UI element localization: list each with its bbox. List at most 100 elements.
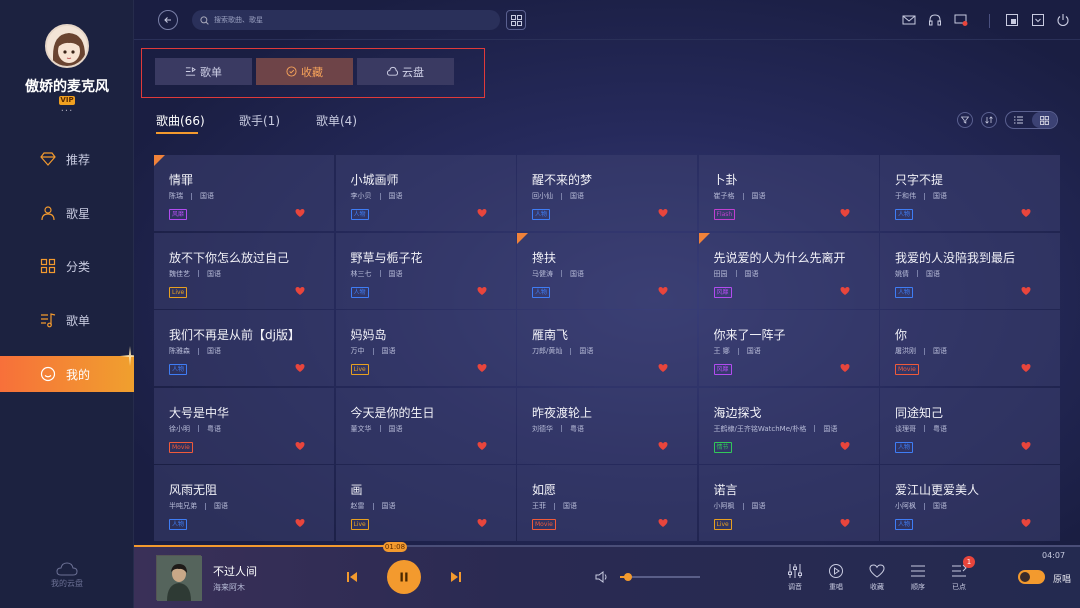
song-card[interactable]: 雁南飞 刀郎/黄灿 国语 (517, 310, 697, 386)
heart-icon[interactable] (477, 518, 487, 528)
segment-favorites[interactable]: 收藏 (256, 58, 353, 85)
heart-icon[interactable] (840, 208, 850, 218)
song-card[interactable]: 画 赵雷 国语 Live (335, 465, 516, 541)
tuning-button[interactable]: 调音 (780, 563, 810, 592)
heart-icon[interactable] (295, 363, 305, 373)
song-language: 国语 (388, 192, 403, 200)
song-card[interactable]: 今天是你的生日 董文华 国语 (335, 387, 516, 464)
favorite-button[interactable]: 收藏 (862, 563, 892, 592)
volume-knob[interactable] (624, 573, 632, 581)
heart-icon[interactable] (477, 441, 487, 451)
heart-icon[interactable] (658, 286, 668, 296)
nav-item-playlist[interactable]: 歌单 (0, 302, 134, 338)
song-card[interactable]: 诺言 小阿枫 国语 Live (698, 465, 879, 541)
song-card[interactable]: 情罪 陈瑞 国语 风靡 (154, 155, 334, 231)
heart-icon[interactable] (840, 363, 850, 373)
song-card[interactable]: 我爱的人没陪我到最后 姚倩 国语 人物 (880, 232, 1060, 309)
mail-icon[interactable] (902, 13, 916, 27)
song-card[interactable]: 风雨无阻 半吨兄弟 国语 人物 (154, 465, 334, 541)
nav-item-singers[interactable]: 歌星 (0, 195, 134, 231)
heart-icon[interactable] (1021, 518, 1031, 528)
heart-icon[interactable] (840, 518, 850, 528)
song-card[interactable]: 小城画师 李小贝 国语 人物 (335, 155, 516, 231)
list-view-button[interactable] (1006, 112, 1032, 128)
heart-icon[interactable] (477, 286, 487, 296)
avatar[interactable] (45, 24, 89, 68)
heart-icon[interactable] (658, 441, 668, 451)
scan-button[interactable] (506, 10, 526, 30)
song-card[interactable]: 爱江山更爱美人 小阿枫 国语 人物 (880, 465, 1060, 541)
song-artist: 于和伟 (895, 192, 916, 200)
heart-icon[interactable] (295, 286, 305, 296)
song-tag: Live (350, 519, 369, 530)
heart-icon[interactable] (477, 363, 487, 373)
previous-icon[interactable] (346, 571, 358, 583)
heart-icon[interactable] (658, 518, 668, 528)
song-card[interactable]: 醒不来的梦 回小仙 国语 人物 (517, 155, 697, 231)
search-box[interactable] (192, 10, 500, 30)
segment-cloud[interactable]: 云盘 (357, 58, 454, 85)
mini-mode-icon[interactable] (1005, 13, 1019, 27)
power-icon[interactable] (1056, 13, 1070, 27)
now-playing-title: 不过人间 (213, 565, 257, 578)
song-card[interactable]: 你 屠洪刚 国语 Movie (880, 310, 1060, 386)
song-card[interactable]: 野草与栀子花 林三七 国语 人物 (335, 232, 516, 309)
song-card[interactable]: 放不下你怎么放过自己 魏佳艺 国语 Live (154, 232, 334, 309)
subtab-singers[interactable]: 歌手(1) (239, 112, 280, 129)
current-time[interactable]: 01:08 (383, 542, 407, 552)
song-card[interactable]: 我们不再是从前【dj版】 陈雅森 国语 人物 (154, 310, 334, 386)
my-cloud-button[interactable]: 我的云盘 (0, 562, 134, 589)
next-icon[interactable] (450, 571, 462, 583)
heart-icon[interactable] (840, 286, 850, 296)
volume-slider[interactable] (620, 576, 700, 578)
pause-button[interactable] (387, 560, 421, 594)
progress-bar[interactable] (134, 545, 1080, 547)
subtab-playlists[interactable]: 歌单(4) (316, 112, 357, 129)
song-meta: 王菲 国语 (532, 501, 697, 511)
view-mode-toggle[interactable] (1005, 111, 1058, 129)
song-card[interactable]: 海边探戈 王鹤棣/王齐铭WatchMe/朴格 国语 情节 (698, 387, 879, 464)
resing-button[interactable]: 重唱 (821, 563, 851, 592)
heart-icon[interactable] (840, 441, 850, 451)
song-card[interactable]: 搀扶 马健涛 国语 人物 (517, 232, 697, 309)
heart-icon[interactable] (295, 518, 305, 528)
nav-item-category[interactable]: 分类 (0, 248, 134, 284)
screen-cast-icon[interactable] (954, 13, 968, 27)
sort-button[interactable] (981, 112, 997, 128)
heart-icon[interactable] (295, 208, 305, 218)
heart-icon[interactable] (658, 208, 668, 218)
song-card[interactable]: 同途知己 谈理哥 粤语 人物 (880, 387, 1060, 464)
song-card[interactable]: 大号是中华 徐小明 粤语 Movie (154, 387, 334, 464)
song-card[interactable]: 卜卦 崔子格 国语 Flash (698, 155, 879, 231)
heart-icon[interactable] (1021, 363, 1031, 373)
back-button[interactable] (158, 10, 178, 30)
heart-icon[interactable] (477, 208, 487, 218)
segment-playlist[interactable]: 歌单 (155, 58, 252, 85)
more-menu[interactable]: ··· (0, 106, 134, 117)
filter-button[interactable] (957, 112, 973, 128)
grid-view-button[interactable] (1031, 112, 1057, 128)
original-vocal-toggle[interactable] (1018, 570, 1045, 584)
subtab-songs[interactable]: 歌曲(66) (156, 112, 205, 129)
search-input[interactable] (214, 16, 474, 24)
song-card[interactable]: 先说爱的人为什么先离开 田园 国语 风靡 (698, 232, 879, 309)
song-card[interactable]: 如愿 王菲 国语 Movie (517, 465, 697, 541)
heart-icon[interactable] (1021, 441, 1031, 451)
album-art[interactable] (156, 555, 202, 601)
nav-item-mine[interactable]: 我的 (0, 356, 134, 392)
order-button[interactable]: 顺序 (903, 563, 933, 592)
meta-separator (917, 270, 918, 277)
volume-icon[interactable] (595, 570, 609, 584)
nav-item-recommend[interactable]: 推荐 (0, 141, 134, 177)
song-card[interactable]: 昨夜渡轮上 刘德华 粤语 (517, 387, 697, 464)
song-meta: 小阿枫 国语 (895, 501, 1060, 511)
heart-icon[interactable] (658, 363, 668, 373)
minimize-icon[interactable] (1031, 13, 1045, 27)
heart-icon[interactable] (1021, 208, 1031, 218)
song-card[interactable]: 只字不提 于和伟 国语 人物 (880, 155, 1060, 231)
headset-icon[interactable] (928, 13, 942, 27)
song-card[interactable]: 你来了一阵子 王 娜 国语 风靡 (698, 310, 879, 386)
heart-icon[interactable] (295, 441, 305, 451)
heart-icon[interactable] (1021, 286, 1031, 296)
song-card[interactable]: 妈妈岛 万中 国语 Live (335, 310, 516, 386)
